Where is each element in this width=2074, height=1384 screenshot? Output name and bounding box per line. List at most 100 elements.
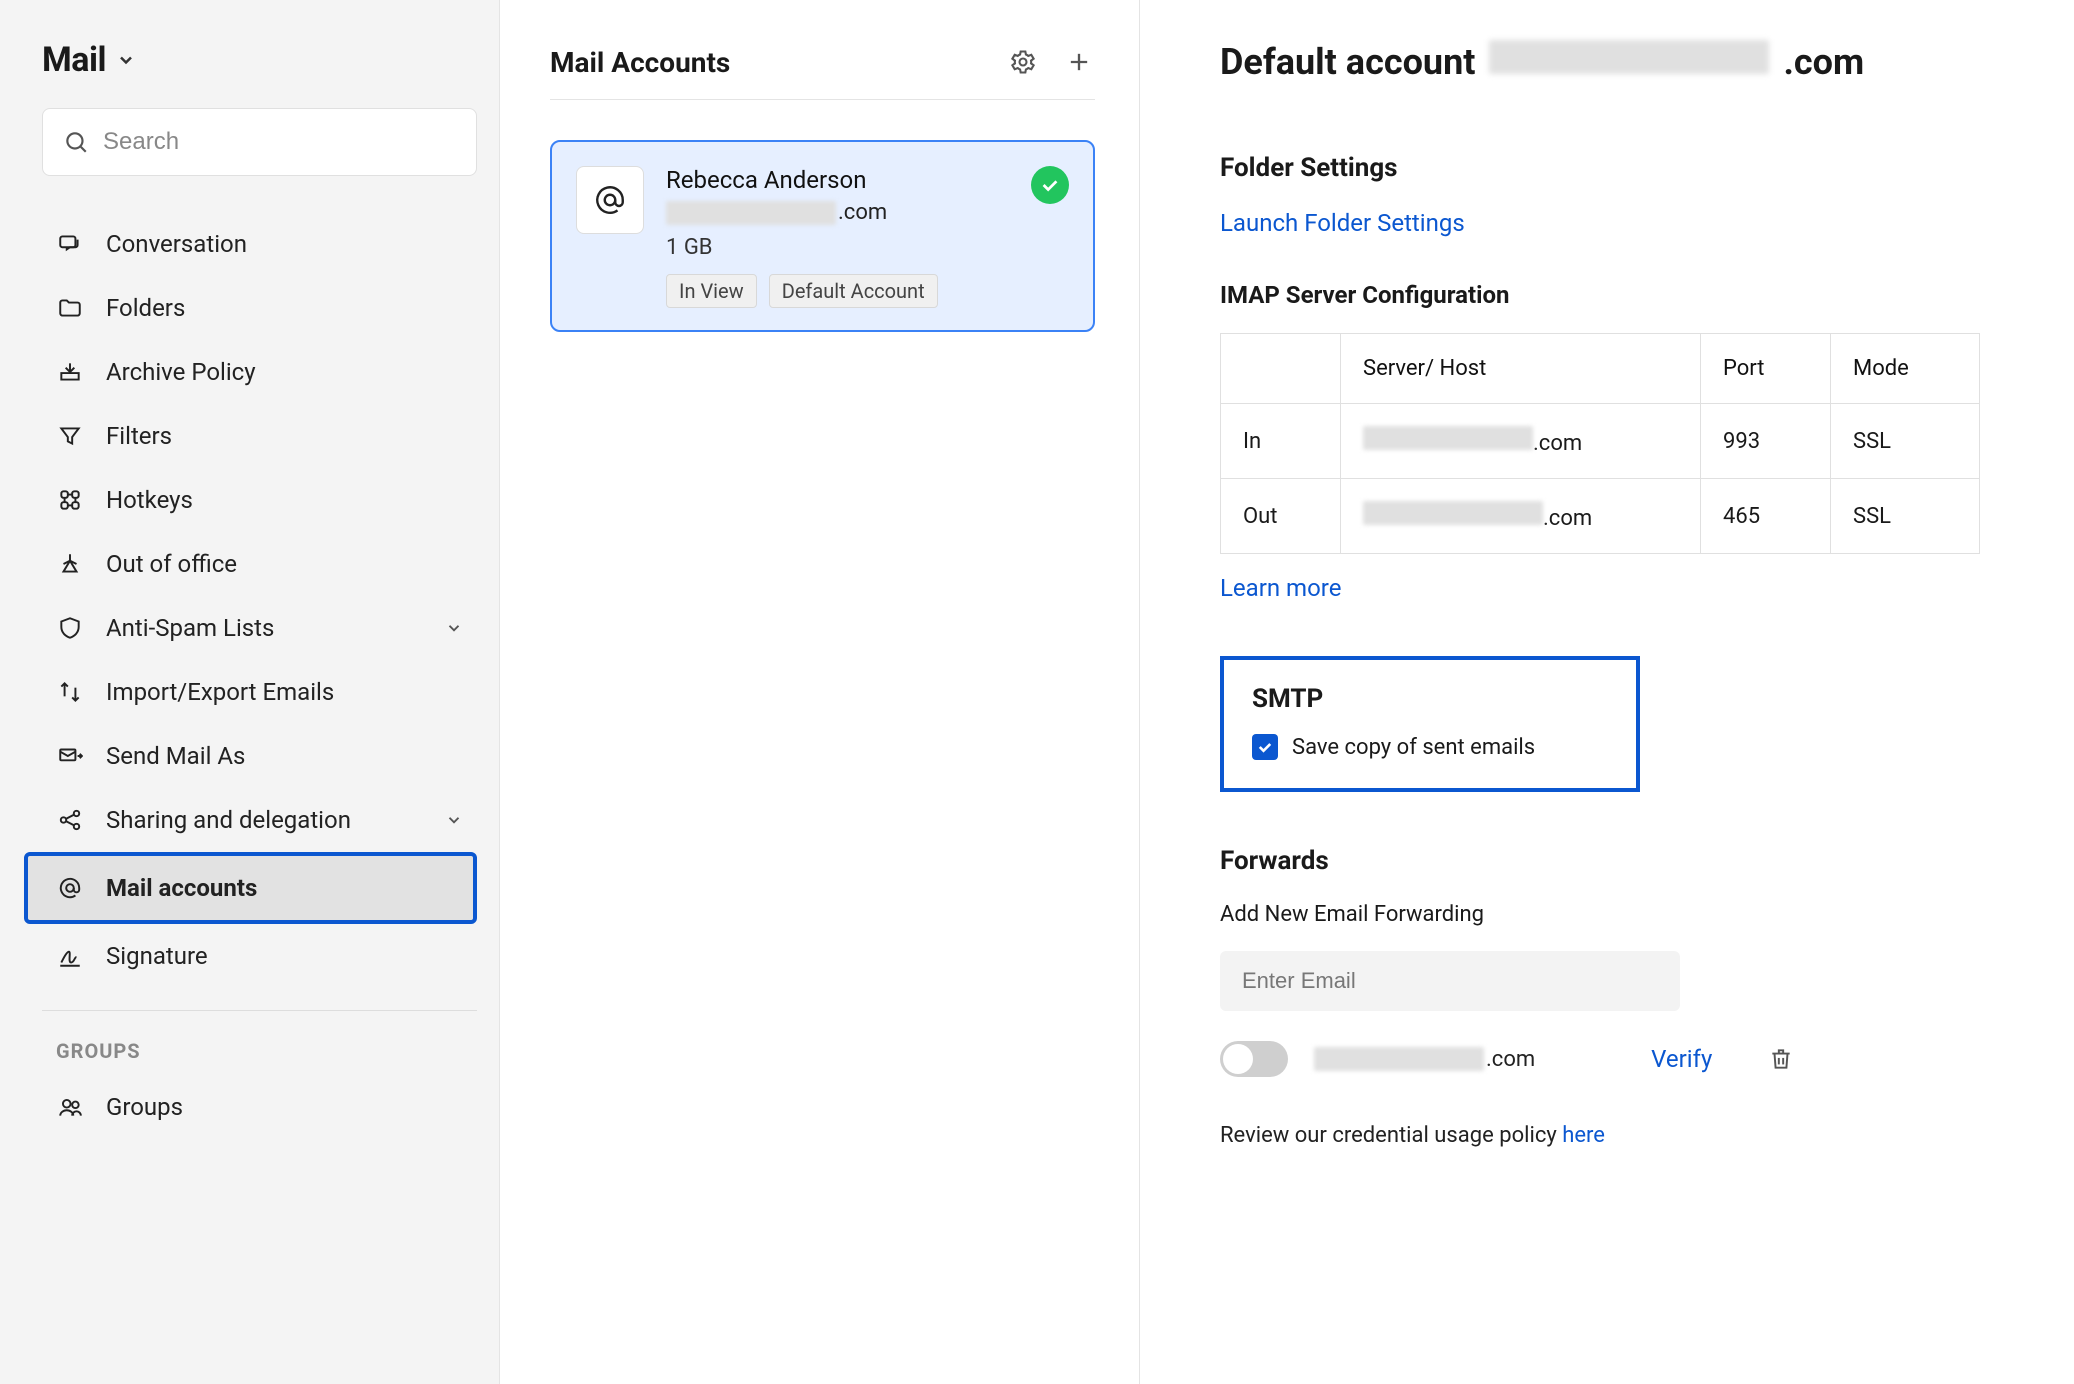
search-input[interactable] (103, 128, 456, 156)
redacted-text (1363, 426, 1533, 450)
redacted-text (1489, 40, 1769, 74)
cell-out-port: 465 (1701, 479, 1831, 554)
sidebar-item-send-mail-as[interactable]: Send Mail As (42, 724, 477, 788)
smtp-highlight-box: SMTP Save copy of sent emails (1220, 656, 1640, 792)
table-header-row: Server/ Host Port Mode (1221, 334, 1980, 404)
sidebar-item-label: Groups (106, 1093, 183, 1121)
launch-folder-settings-link[interactable]: Launch Folder Settings (1220, 209, 1465, 237)
smtp-save-copy-row[interactable]: Save copy of sent emails (1252, 734, 1608, 760)
account-tags: In View Default Account (666, 274, 1069, 308)
sidebar-title-label: Mail (42, 40, 106, 80)
sidebar-item-archive-policy[interactable]: Archive Policy (42, 340, 477, 404)
table-header-server: Server/ Host (1341, 334, 1701, 404)
sidebar-item-import-export[interactable]: Import/Export Emails (42, 660, 477, 724)
learn-more-link[interactable]: Learn more (1220, 574, 1341, 602)
cell-in-host: .com (1341, 404, 1701, 479)
table-header-port: Port (1701, 334, 1831, 404)
forwarding-email-input[interactable] (1220, 951, 1680, 1011)
sidebar-item-mail-accounts[interactable]: Mail accounts (24, 852, 477, 924)
table-row-out: Out .com 465 SSL (1221, 479, 1980, 554)
accounts-header: Mail Accounts (550, 46, 1095, 100)
sidebar-item-folders[interactable]: Folders (42, 276, 477, 340)
detail-title: Default account .com (1220, 40, 2014, 83)
sidebar-item-label: Mail accounts (106, 874, 257, 902)
credential-policy-text: Review our credential usage policy here (1220, 1123, 2014, 1148)
smtp-checkbox-label: Save copy of sent emails (1292, 735, 1535, 760)
sidebar-item-label: Anti-Spam Lists (106, 614, 274, 642)
account-card[interactable]: Rebecca Anderson .com 1 GB In View Defau… (550, 140, 1095, 332)
sidebar-item-label: Conversation (106, 230, 247, 258)
add-account-button[interactable] (1065, 48, 1095, 78)
signature-icon (56, 942, 84, 970)
imap-table: Server/ Host Port Mode In .com 993 SSL O… (1220, 333, 1980, 554)
folder-settings-heading: Folder Settings (1220, 153, 2014, 183)
sidebar-item-label: Sharing and delegation (106, 806, 351, 834)
forward-email: .com (1314, 1047, 1535, 1072)
chevron-down-icon (445, 619, 463, 637)
search-box[interactable] (42, 108, 477, 176)
search-icon (63, 129, 89, 155)
out-of-office-icon (56, 550, 84, 578)
sidebar-item-anti-spam[interactable]: Anti-Spam Lists (42, 596, 477, 660)
check-icon (1039, 174, 1061, 196)
sidebar-item-label: Archive Policy (106, 358, 256, 386)
table-header-blank (1221, 334, 1341, 404)
plus-icon (1065, 48, 1093, 76)
checkbox-checked[interactable] (1252, 734, 1278, 760)
cell-out-mode: SSL (1831, 479, 1980, 554)
sidebar-item-filters[interactable]: Filters (42, 404, 477, 468)
forward-toggle-off[interactable] (1220, 1041, 1288, 1077)
sidebar-item-groups[interactable]: Groups (42, 1075, 477, 1139)
hotkeys-icon (56, 486, 84, 514)
archive-icon (56, 358, 84, 386)
forwards-heading: Forwards (1220, 846, 2014, 876)
delete-forward-button[interactable] (1768, 1046, 1794, 1072)
redacted-text (666, 201, 836, 225)
sidebar-title-dropdown[interactable]: Mail (42, 40, 477, 80)
verify-link[interactable]: Verify (1651, 1045, 1712, 1073)
tag-in-view: In View (666, 274, 757, 308)
forward-row: .com Verify (1220, 1041, 2014, 1077)
nav-list: Conversation Folders Archive Policy Filt… (42, 212, 477, 988)
smtp-section: SMTP Save copy of sent emails (1220, 656, 2014, 792)
nav-divider (42, 1010, 477, 1011)
toggle-knob (1223, 1044, 1253, 1074)
policy-link[interactable]: here (1562, 1123, 1605, 1148)
cell-out-host: .com (1341, 479, 1701, 554)
share-icon (56, 806, 84, 834)
cell-in-label: In (1221, 404, 1341, 479)
sidebar-item-label: Signature (106, 942, 208, 970)
sidebar-item-label: Hotkeys (106, 486, 193, 514)
trash-icon (1768, 1046, 1794, 1072)
account-body: Rebecca Anderson .com 1 GB In View Defau… (666, 166, 1069, 308)
chevron-down-icon (116, 50, 136, 70)
account-email: .com (666, 200, 1069, 225)
sidebar-item-label: Filters (106, 422, 172, 450)
sidebar-item-signature[interactable]: Signature (42, 924, 477, 988)
sidebar-item-label: Folders (106, 294, 185, 322)
accounts-title: Mail Accounts (550, 46, 983, 79)
settings-icon-button[interactable] (1009, 48, 1039, 78)
account-active-badge (1031, 166, 1069, 204)
sidebar-item-out-of-office[interactable]: Out of office (42, 532, 477, 596)
accounts-column: Mail Accounts Rebecca Anderson .com 1 GB… (500, 0, 1140, 1384)
cell-in-port: 993 (1701, 404, 1831, 479)
shield-icon (56, 614, 84, 642)
sidebar-item-sharing-delegation[interactable]: Sharing and delegation (42, 788, 477, 852)
redacted-text (1314, 1047, 1484, 1071)
send-mail-as-icon (56, 742, 84, 770)
sidebar-item-conversation[interactable]: Conversation (42, 212, 477, 276)
imap-heading: IMAP Server Configuration (1220, 281, 2014, 309)
sidebar-item-label: Send Mail As (106, 742, 245, 770)
import-export-icon (56, 678, 84, 706)
groups-icon (56, 1093, 84, 1121)
sidebar-item-label: Out of office (106, 550, 237, 578)
redacted-text (1363, 501, 1543, 525)
check-icon (1256, 738, 1274, 756)
sidebar-item-hotkeys[interactable]: Hotkeys (42, 468, 477, 532)
cell-out-label: Out (1221, 479, 1341, 554)
at-sign-icon (592, 182, 628, 218)
groups-section-header: GROUPS (42, 1029, 477, 1075)
account-size: 1 GB (666, 235, 1069, 260)
chevron-down-icon (445, 811, 463, 829)
